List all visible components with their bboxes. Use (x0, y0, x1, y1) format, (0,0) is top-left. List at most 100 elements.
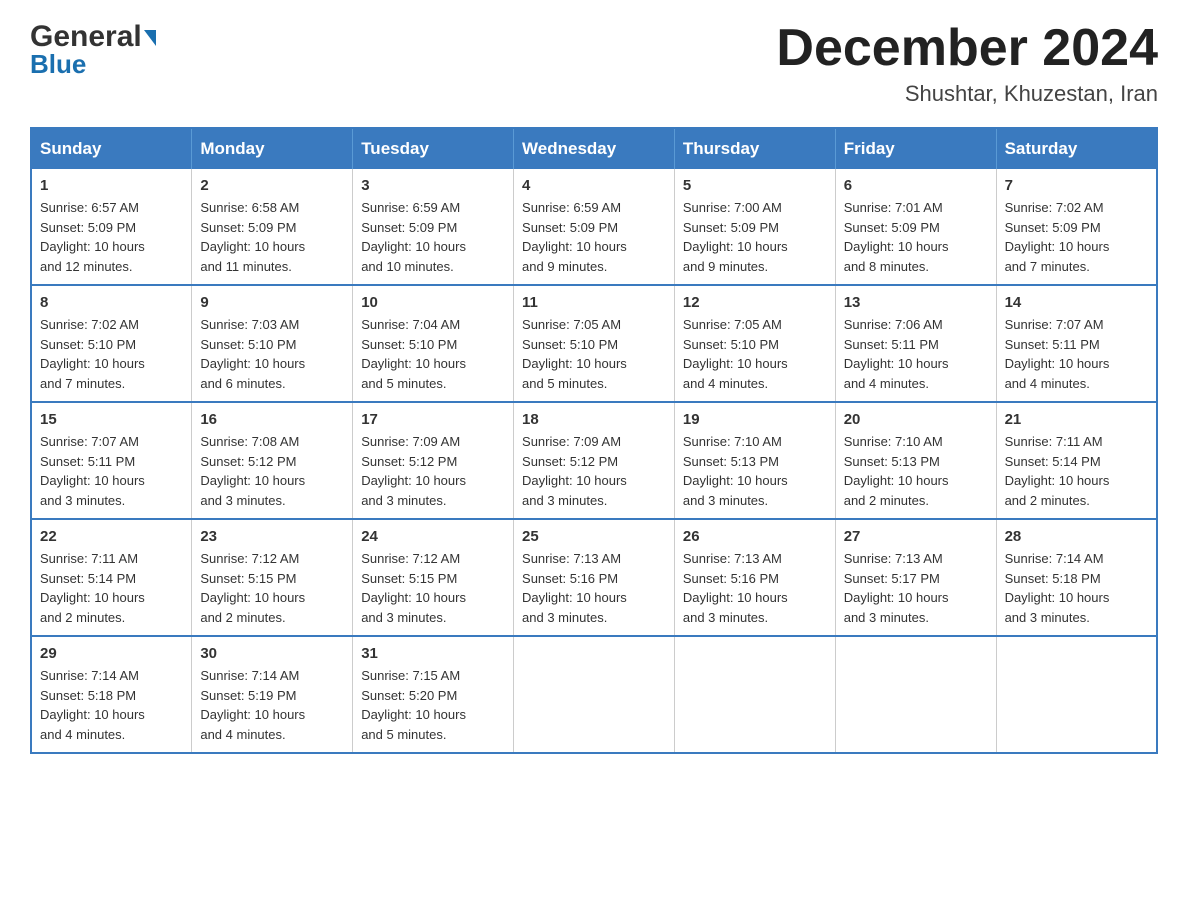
day-number: 19 (683, 411, 827, 428)
day-number: 14 (1005, 294, 1148, 311)
location-title: Shushtar, Khuzestan, Iran (776, 81, 1158, 107)
day-number: 15 (40, 411, 183, 428)
day-info: Sunrise: 7:11 AM Sunset: 5:14 PM Dayligh… (40, 549, 183, 627)
calendar-cell: 15 Sunrise: 7:07 AM Sunset: 5:11 PM Dayl… (31, 402, 192, 519)
day-number: 12 (683, 294, 827, 311)
calendar-cell: 4 Sunrise: 6:59 AM Sunset: 5:09 PM Dayli… (514, 169, 675, 285)
calendar-cell: 31 Sunrise: 7:15 AM Sunset: 5:20 PM Dayl… (353, 636, 514, 753)
calendar-cell: 24 Sunrise: 7:12 AM Sunset: 5:15 PM Dayl… (353, 519, 514, 636)
weekday-header-friday: Friday (835, 128, 996, 169)
day-number: 11 (522, 294, 666, 311)
day-info: Sunrise: 7:11 AM Sunset: 5:14 PM Dayligh… (1005, 432, 1148, 510)
calendar-cell: 18 Sunrise: 7:09 AM Sunset: 5:12 PM Dayl… (514, 402, 675, 519)
day-number: 1 (40, 177, 183, 194)
day-info: Sunrise: 7:03 AM Sunset: 5:10 PM Dayligh… (200, 315, 344, 393)
calendar-table: SundayMondayTuesdayWednesdayThursdayFrid… (30, 127, 1158, 754)
day-number: 16 (200, 411, 344, 428)
weekday-header-tuesday: Tuesday (353, 128, 514, 169)
calendar-cell: 5 Sunrise: 7:00 AM Sunset: 5:09 PM Dayli… (674, 169, 835, 285)
day-number: 21 (1005, 411, 1148, 428)
day-info: Sunrise: 6:59 AM Sunset: 5:09 PM Dayligh… (361, 198, 505, 276)
weekday-header-sunday: Sunday (31, 128, 192, 169)
logo: General Blue (30, 20, 156, 80)
calendar-cell (514, 636, 675, 753)
calendar-week-row-2: 8 Sunrise: 7:02 AM Sunset: 5:10 PM Dayli… (31, 285, 1157, 402)
day-info: Sunrise: 7:12 AM Sunset: 5:15 PM Dayligh… (361, 549, 505, 627)
day-number: 7 (1005, 177, 1148, 194)
calendar-cell: 7 Sunrise: 7:02 AM Sunset: 5:09 PM Dayli… (996, 169, 1157, 285)
day-info: Sunrise: 6:59 AM Sunset: 5:09 PM Dayligh… (522, 198, 666, 276)
day-number: 13 (844, 294, 988, 311)
calendar-cell: 25 Sunrise: 7:13 AM Sunset: 5:16 PM Dayl… (514, 519, 675, 636)
day-info: Sunrise: 7:12 AM Sunset: 5:15 PM Dayligh… (200, 549, 344, 627)
calendar-cell: 16 Sunrise: 7:08 AM Sunset: 5:12 PM Dayl… (192, 402, 353, 519)
weekday-header-saturday: Saturday (996, 128, 1157, 169)
calendar-cell: 30 Sunrise: 7:14 AM Sunset: 5:19 PM Dayl… (192, 636, 353, 753)
day-number: 26 (683, 528, 827, 545)
day-number: 4 (522, 177, 666, 194)
calendar-week-row-5: 29 Sunrise: 7:14 AM Sunset: 5:18 PM Dayl… (31, 636, 1157, 753)
calendar-cell: 11 Sunrise: 7:05 AM Sunset: 5:10 PM Dayl… (514, 285, 675, 402)
day-number: 30 (200, 645, 344, 662)
calendar-cell: 3 Sunrise: 6:59 AM Sunset: 5:09 PM Dayli… (353, 169, 514, 285)
day-info: Sunrise: 7:01 AM Sunset: 5:09 PM Dayligh… (844, 198, 988, 276)
logo-blue-text: Blue (30, 49, 86, 80)
day-number: 20 (844, 411, 988, 428)
day-info: Sunrise: 7:14 AM Sunset: 5:19 PM Dayligh… (200, 666, 344, 744)
day-number: 5 (683, 177, 827, 194)
page-header: General Blue December 2024 Shushtar, Khu… (30, 20, 1158, 107)
day-number: 8 (40, 294, 183, 311)
day-number: 22 (40, 528, 183, 545)
day-number: 2 (200, 177, 344, 194)
weekday-header-row: SundayMondayTuesdayWednesdayThursdayFrid… (31, 128, 1157, 169)
calendar-cell: 21 Sunrise: 7:11 AM Sunset: 5:14 PM Dayl… (996, 402, 1157, 519)
day-info: Sunrise: 7:15 AM Sunset: 5:20 PM Dayligh… (361, 666, 505, 744)
day-info: Sunrise: 7:13 AM Sunset: 5:16 PM Dayligh… (683, 549, 827, 627)
calendar-cell (996, 636, 1157, 753)
calendar-cell: 1 Sunrise: 6:57 AM Sunset: 5:09 PM Dayli… (31, 169, 192, 285)
calendar-cell (835, 636, 996, 753)
calendar-cell: 12 Sunrise: 7:05 AM Sunset: 5:10 PM Dayl… (674, 285, 835, 402)
calendar-cell: 20 Sunrise: 7:10 AM Sunset: 5:13 PM Dayl… (835, 402, 996, 519)
day-number: 25 (522, 528, 666, 545)
day-number: 29 (40, 645, 183, 662)
day-number: 18 (522, 411, 666, 428)
calendar-week-row-1: 1 Sunrise: 6:57 AM Sunset: 5:09 PM Dayli… (31, 169, 1157, 285)
day-info: Sunrise: 7:08 AM Sunset: 5:12 PM Dayligh… (200, 432, 344, 510)
calendar-cell: 13 Sunrise: 7:06 AM Sunset: 5:11 PM Dayl… (835, 285, 996, 402)
day-info: Sunrise: 7:07 AM Sunset: 5:11 PM Dayligh… (1005, 315, 1148, 393)
day-number: 24 (361, 528, 505, 545)
calendar-cell: 29 Sunrise: 7:14 AM Sunset: 5:18 PM Dayl… (31, 636, 192, 753)
day-number: 28 (1005, 528, 1148, 545)
calendar-cell: 8 Sunrise: 7:02 AM Sunset: 5:10 PM Dayli… (31, 285, 192, 402)
logo-arrow-icon (144, 30, 156, 46)
title-block: December 2024 Shushtar, Khuzestan, Iran (776, 20, 1158, 107)
calendar-cell: 26 Sunrise: 7:13 AM Sunset: 5:16 PM Dayl… (674, 519, 835, 636)
calendar-cell: 6 Sunrise: 7:01 AM Sunset: 5:09 PM Dayli… (835, 169, 996, 285)
day-info: Sunrise: 7:06 AM Sunset: 5:11 PM Dayligh… (844, 315, 988, 393)
day-number: 23 (200, 528, 344, 545)
calendar-cell: 14 Sunrise: 7:07 AM Sunset: 5:11 PM Dayl… (996, 285, 1157, 402)
calendar-cell: 9 Sunrise: 7:03 AM Sunset: 5:10 PM Dayli… (192, 285, 353, 402)
weekday-header-monday: Monday (192, 128, 353, 169)
calendar-cell: 28 Sunrise: 7:14 AM Sunset: 5:18 PM Dayl… (996, 519, 1157, 636)
day-info: Sunrise: 6:57 AM Sunset: 5:09 PM Dayligh… (40, 198, 183, 276)
day-info: Sunrise: 7:07 AM Sunset: 5:11 PM Dayligh… (40, 432, 183, 510)
day-info: Sunrise: 7:00 AM Sunset: 5:09 PM Dayligh… (683, 198, 827, 276)
calendar-cell: 27 Sunrise: 7:13 AM Sunset: 5:17 PM Dayl… (835, 519, 996, 636)
day-info: Sunrise: 7:09 AM Sunset: 5:12 PM Dayligh… (361, 432, 505, 510)
day-info: Sunrise: 7:02 AM Sunset: 5:09 PM Dayligh… (1005, 198, 1148, 276)
day-info: Sunrise: 7:14 AM Sunset: 5:18 PM Dayligh… (1005, 549, 1148, 627)
day-number: 6 (844, 177, 988, 194)
day-number: 27 (844, 528, 988, 545)
day-number: 9 (200, 294, 344, 311)
month-title: December 2024 (776, 20, 1158, 77)
day-number: 3 (361, 177, 505, 194)
calendar-cell: 19 Sunrise: 7:10 AM Sunset: 5:13 PM Dayl… (674, 402, 835, 519)
calendar-cell: 2 Sunrise: 6:58 AM Sunset: 5:09 PM Dayli… (192, 169, 353, 285)
day-info: Sunrise: 7:02 AM Sunset: 5:10 PM Dayligh… (40, 315, 183, 393)
day-info: Sunrise: 6:58 AM Sunset: 5:09 PM Dayligh… (200, 198, 344, 276)
calendar-cell: 22 Sunrise: 7:11 AM Sunset: 5:14 PM Dayl… (31, 519, 192, 636)
day-info: Sunrise: 7:05 AM Sunset: 5:10 PM Dayligh… (683, 315, 827, 393)
day-info: Sunrise: 7:13 AM Sunset: 5:17 PM Dayligh… (844, 549, 988, 627)
